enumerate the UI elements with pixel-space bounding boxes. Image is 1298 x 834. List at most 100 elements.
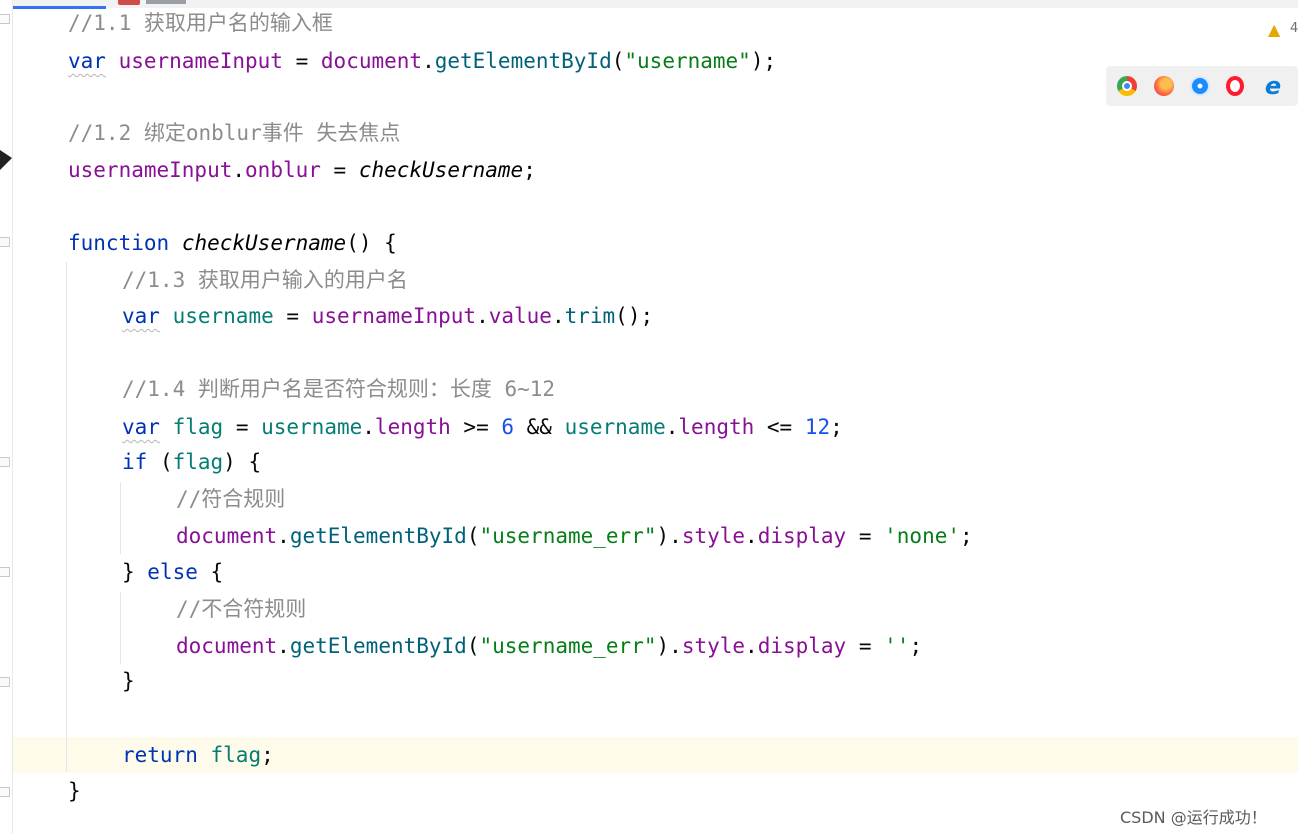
operator: && (514, 415, 565, 439)
code-line-comment[interactable]: //符合规则 (176, 484, 285, 514)
fold-marker-icon[interactable] (0, 237, 10, 247)
property: length (678, 415, 755, 439)
code-line-if[interactable]: if (flag) { (122, 447, 261, 477)
code-editor[interactable]: //1.1 获取用户名的输入框 var usernameInput = docu… (0, 0, 1298, 834)
operator: = (320, 158, 359, 182)
code-line-return[interactable]: return flag; (122, 740, 274, 770)
fold-marker-icon[interactable] (0, 567, 10, 577)
code-line-close-brace[interactable]: } (68, 776, 81, 806)
string-literal: "username" (624, 49, 751, 73)
code-line-display-empty[interactable]: document.getElementById("username_err").… (176, 631, 922, 661)
property: style (681, 524, 746, 548)
property: length (374, 415, 451, 439)
edge-icon[interactable]: e (1263, 74, 1283, 98)
code-line-comment[interactable]: //1.3 获取用户输入的用户名 (122, 265, 408, 295)
operator: = (223, 415, 262, 439)
code-line-comment[interactable]: //1.1 获取用户名的输入框 (68, 8, 333, 38)
identifier: username (172, 304, 274, 328)
code-line-comment[interactable]: //不合符规则 (176, 594, 306, 624)
punctuation: ); (750, 49, 777, 73)
punctuation: . (669, 634, 682, 658)
string-literal: "username_err" (479, 634, 657, 658)
property: display (757, 634, 847, 658)
editor-tab-bar (0, 0, 1298, 8)
punctuation: ) { (223, 450, 262, 474)
code-line-comment[interactable]: //1.4 判断用户名是否符合规则：长度 6~12 (122, 374, 555, 404)
code-line-close-brace[interactable]: } (122, 666, 135, 696)
punctuation: () { (346, 231, 397, 255)
operator: = (273, 304, 312, 328)
code-line-onblur[interactable]: usernameInput.onblur = checkUsername; (68, 155, 536, 185)
punctuation: ) (656, 524, 670, 548)
function-reference: checkUsername (358, 158, 524, 182)
warning-count[interactable]: 4 (1290, 21, 1298, 36)
keyword: return (122, 743, 198, 767)
mouse-pointer-icon (0, 150, 12, 170)
property: display (757, 524, 847, 548)
method-name: trim (564, 304, 616, 328)
safari-icon[interactable] (1190, 76, 1210, 96)
punctuation: . (745, 634, 758, 658)
keyword: var (68, 49, 106, 73)
identifier: document (176, 524, 278, 548)
identifier: flag (172, 450, 224, 474)
punctuation: { (197, 560, 224, 584)
firefox-icon[interactable] (1154, 76, 1174, 96)
operator: >= (450, 415, 502, 439)
punctuation: ( (466, 634, 480, 658)
punctuation: (); (615, 304, 654, 328)
operator: = (846, 524, 885, 548)
string-literal: "username_err" (479, 524, 657, 548)
fold-marker-icon[interactable] (0, 677, 10, 687)
number-literal: 12 (804, 415, 831, 439)
code-line-flag-var[interactable]: var flag = username.length >= 6 && usern… (122, 412, 843, 442)
identifier: flag (172, 415, 224, 439)
punctuation: . (277, 634, 290, 658)
fold-marker-icon[interactable] (0, 787, 10, 797)
identifier: username (261, 415, 363, 439)
keyword: else (147, 560, 198, 584)
code-line-username-input[interactable]: var usernameInput = document.getElementB… (68, 46, 776, 76)
method-name: getElementById (289, 634, 467, 658)
punctuation: . (745, 524, 758, 548)
punctuation: . (665, 415, 679, 439)
method-name: getElementById (434, 49, 612, 73)
punctuation: . (669, 524, 682, 548)
code-line-username-var[interactable]: var username = usernameInput.value.trim(… (122, 301, 653, 331)
punctuation: ; (523, 158, 536, 182)
operator: = (282, 49, 321, 73)
punctuation: ; (830, 415, 843, 439)
punctuation: . (277, 524, 290, 548)
html-file-icon[interactable] (118, 0, 140, 5)
code-line-display-none[interactable]: document.getElementById("username_err").… (176, 521, 973, 551)
keyword: var (122, 415, 160, 439)
punctuation: . (422, 49, 435, 73)
fold-gutter (0, 0, 13, 834)
punctuation: . (551, 304, 565, 328)
fold-marker-icon[interactable] (0, 457, 10, 467)
property: value (488, 304, 552, 328)
keyword: if (122, 450, 148, 474)
chrome-icon[interactable] (1117, 76, 1137, 96)
warning-icon[interactable]: ▲ (1268, 20, 1280, 39)
punctuation: . (362, 415, 375, 439)
punctuation: . (232, 158, 246, 182)
punctuation: ; (960, 524, 973, 548)
fold-marker-icon[interactable] (0, 14, 10, 24)
code-line-else[interactable]: } else { (122, 557, 223, 587)
punctuation: ; (909, 634, 923, 658)
number-literal: 6 (501, 415, 515, 439)
keyword: function (68, 231, 170, 255)
identifier: flag (210, 743, 262, 767)
opera-icon[interactable] (1226, 76, 1244, 96)
function-name: checkUsername (181, 231, 347, 255)
punctuation: ( (147, 450, 173, 474)
tab-label[interactable] (146, 0, 186, 4)
punctuation: . (476, 304, 489, 328)
punctuation: ( (466, 524, 480, 548)
code-line-function-decl[interactable]: function checkUsername() { (68, 228, 397, 258)
punctuation: ) (656, 634, 670, 658)
identifier: usernameInput (311, 304, 477, 328)
code-line-comment[interactable]: //1.2 绑定onblur事件 失去焦点 (68, 118, 400, 148)
indent-guide (66, 262, 67, 772)
